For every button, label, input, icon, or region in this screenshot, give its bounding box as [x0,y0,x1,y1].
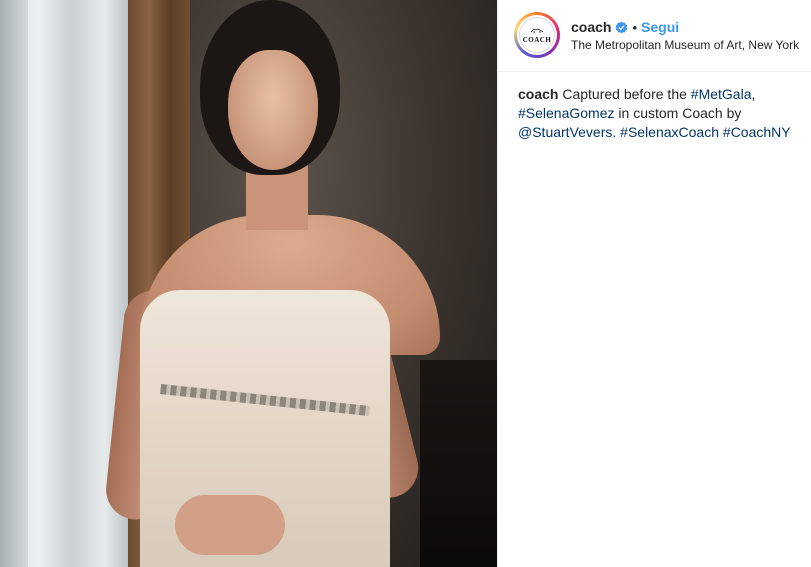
figure-hands [175,495,285,555]
caption-username[interactable]: coach [518,86,558,102]
hashtag-selenaxcoach[interactable]: #SelenaxCoach [620,124,719,140]
user-line: coach • Segui [571,18,679,36]
horse-carriage-icon [530,27,544,36]
caption-text: . [612,124,621,140]
post-side-panel: COACH coach • Segui The Metropolitan Mus… [497,0,811,567]
caption-text: , [751,86,756,102]
hashtag-coachny[interactable]: #CoachNY [723,124,791,140]
coach-logo: COACH [519,17,555,53]
figure-face [228,50,318,170]
avatar-logo-text: COACH [522,35,552,44]
separator-dot: • [632,19,638,35]
mention-stuartvevers[interactable]: @StuartVevers [518,124,612,140]
username[interactable]: coach [571,19,611,35]
post-header: COACH coach • Segui The Metropolitan Mus… [498,0,811,72]
caption-text: in custom Coach by [614,105,742,121]
hashtag-metgala[interactable]: #MetGala [691,86,752,102]
post-caption: coach Captured before the #MetGala, #Sel… [518,85,798,142]
avatar[interactable]: COACH [517,15,557,55]
instagram-post: COACH coach • Segui The Metropolitan Mus… [0,0,811,567]
window-frame [0,0,28,567]
location-link[interactable]: The Metropolitan Museum of Art, New York [571,38,799,52]
follow-button[interactable]: Segui [641,19,679,35]
caption-text: Captured before the [558,86,691,102]
post-photo[interactable] [0,0,497,567]
verified-badge-icon [615,21,628,34]
piano [420,360,497,567]
hashtag-selenagomez[interactable]: #SelenaGomez [518,105,615,121]
avatar-story-ring[interactable]: COACH [514,12,560,58]
